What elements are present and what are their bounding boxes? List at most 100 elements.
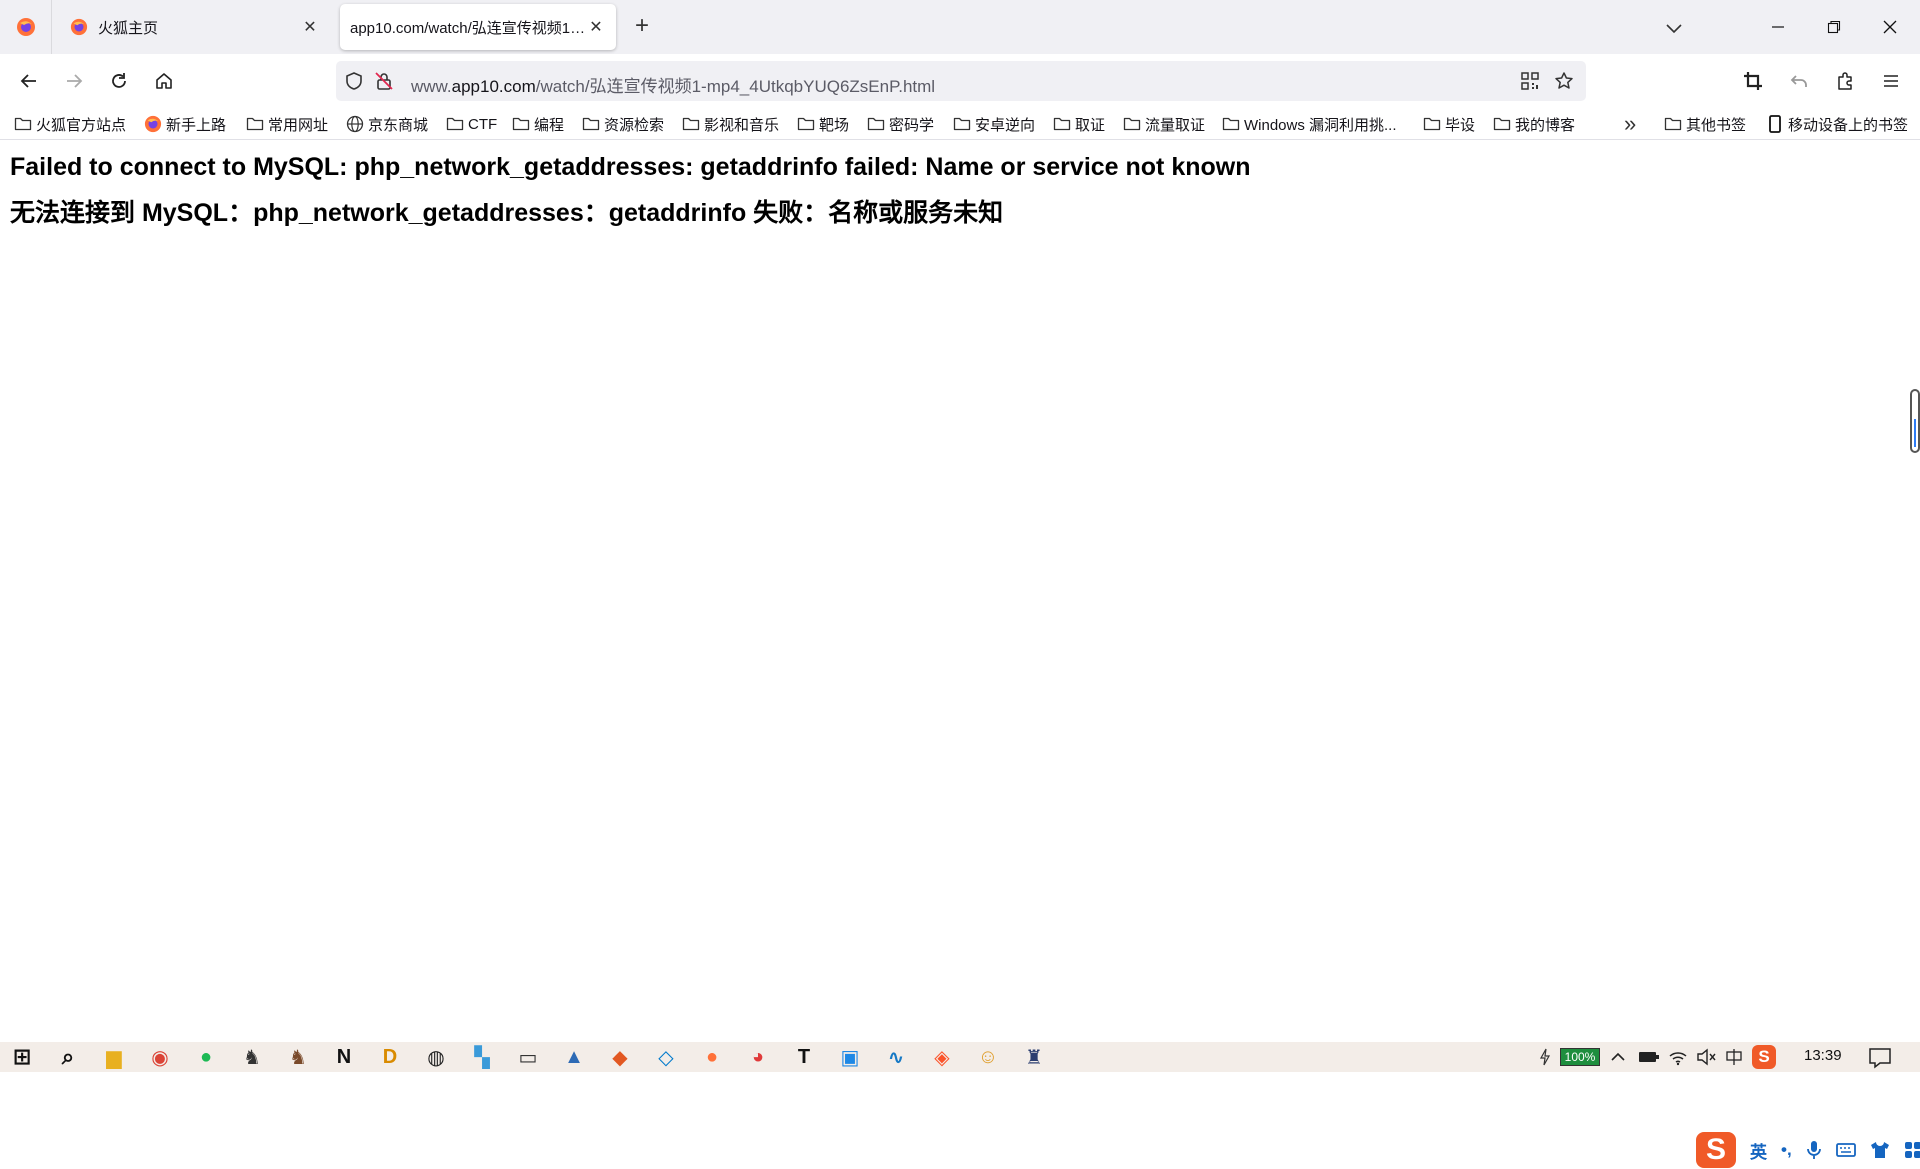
bookmarks-overflow-button[interactable]: »	[1624, 111, 1637, 136]
bookmark-item[interactable]: 密码学	[867, 112, 934, 136]
error-message-english: Failed to connect to MySQL: php_network_…	[10, 153, 1251, 181]
ime-punctuation-indicator[interactable]: •,	[1781, 1140, 1792, 1160]
tab-title: 火狐主页	[98, 19, 159, 37]
tab-firefox-home[interactable]: 火狐主页 ✕	[60, 4, 330, 50]
bookmark-item[interactable]: 影视和音乐	[682, 112, 779, 136]
bookmark-item[interactable]: 我的博客	[1493, 112, 1575, 136]
app-avatar-1-icon[interactable]: ♞	[240, 1045, 264, 1069]
restore-button[interactable]	[1806, 0, 1862, 54]
keyboard-icon[interactable]	[1835, 1142, 1856, 1158]
ide-icon[interactable]: ▲	[562, 1045, 586, 1069]
new-tab-button[interactable]: +	[628, 13, 656, 41]
folder-icon	[867, 115, 885, 133]
app-menu-button[interactable]	[1874, 64, 1908, 98]
windows-app-icon[interactable]: ▣	[838, 1045, 862, 1069]
extensions-button[interactable]	[1828, 64, 1862, 98]
spotify-icon[interactable]: ●	[194, 1045, 218, 1069]
wireshark-icon[interactable]: ∿	[884, 1045, 908, 1069]
close-window-button[interactable]	[1862, 0, 1918, 54]
search-icon[interactable]: ⌕	[56, 1044, 80, 1069]
home-button[interactable]	[147, 64, 181, 98]
cat-app-icon[interactable]: ☺	[976, 1045, 1000, 1069]
bookmark-label: 常用网址	[268, 116, 329, 134]
windows-start-icon[interactable]: ⊞	[10, 1044, 34, 1069]
back-button[interactable]	[12, 64, 46, 98]
reload-button[interactable]	[102, 64, 136, 98]
bookmark-item[interactable]: 编程	[512, 112, 564, 136]
bookmark-star-icon[interactable]	[1552, 69, 1576, 93]
burp-icon[interactable]: ◆	[608, 1045, 632, 1069]
chevron-up-icon[interactable]	[1610, 1050, 1626, 1064]
forward-button[interactable]	[57, 64, 91, 98]
bookmark-label: 密码学	[889, 116, 935, 134]
bookmark-item[interactable]: 靶场	[797, 112, 849, 136]
ghost-app-icon[interactable]: ♜	[1022, 1045, 1046, 1069]
skin-shirt-icon[interactable]	[1870, 1141, 1890, 1159]
url-text[interactable]: www.app10.com/watch/弘连宣传视频1-mp4_4UtkqbYU…	[411, 72, 935, 97]
app-avatar-2-icon[interactable]: ♞	[286, 1045, 310, 1069]
brave-icon[interactable]: ◈	[930, 1045, 954, 1069]
microphone-icon[interactable]	[1806, 1140, 1822, 1160]
folder-icon	[1493, 115, 1511, 133]
bookmark-item[interactable]: 京东商城	[346, 112, 428, 136]
bookmark-item[interactable]: CTF	[446, 112, 497, 136]
wifi-icon[interactable]	[1668, 1048, 1688, 1066]
volume-muted-icon[interactable]	[1696, 1048, 1716, 1066]
bookmark-item[interactable]: 常用网址	[246, 112, 328, 136]
notion-icon[interactable]: N	[332, 1045, 356, 1069]
bookmark-item[interactable]: 取证	[1053, 112, 1105, 136]
url-bar[interactable]: www.app10.com/watch/弘连宣传视频1-mp4_4UtkqbYU…	[336, 61, 1586, 101]
qr-code-icon[interactable]	[1518, 69, 1542, 93]
file-explorer-icon[interactable]: ▆	[102, 1045, 126, 1069]
other-bookmarks-folder[interactable]: 其他书签	[1664, 112, 1746, 136]
ime-toolbar[interactable]: S 英 •,	[1696, 1131, 1920, 1169]
folder-icon	[14, 115, 32, 133]
bookmark-item[interactable]: 新手上路	[144, 112, 226, 136]
hamburger-menu-icon	[1884, 75, 1898, 87]
bookmark-label: 火狐官方站点	[36, 116, 127, 134]
tab-close-button[interactable]: ✕	[586, 17, 606, 37]
network-tool-icon[interactable]: ▚	[470, 1045, 494, 1069]
folder-icon	[446, 115, 464, 133]
notification-center-icon[interactable]	[1868, 1047, 1892, 1069]
bookmark-item[interactable]: 安卓逆向	[953, 112, 1035, 136]
undo-button[interactable]	[1782, 64, 1816, 98]
sogou-ime-logo[interactable]: S	[1696, 1132, 1736, 1168]
typora-icon[interactable]: T	[792, 1045, 816, 1069]
firefox-view-button[interactable]	[0, 0, 52, 54]
mobile-bookmarks-folder[interactable]: 移动设备上的书签	[1766, 112, 1908, 136]
double-chevron-right-icon: »	[1624, 111, 1637, 136]
bookmark-item[interactable]: Windows 漏洞利用挑...	[1222, 112, 1397, 136]
snail-icon[interactable]: ◕	[746, 1045, 770, 1069]
screenshot-crop-button[interactable]	[1736, 64, 1770, 98]
firefox-icon[interactable]: ●	[700, 1045, 724, 1069]
bookmark-item[interactable]: 火狐官方站点	[14, 112, 126, 136]
tab-close-button[interactable]: ✕	[300, 17, 320, 37]
tab-app10-watch[interactable]: app10.com/watch/弘连宣传视频1-mp4_4UtkqbYUQ6Zs…	[340, 4, 616, 50]
insecure-lock-icon[interactable]	[372, 69, 396, 93]
sogou-tray-icon[interactable]: S	[1752, 1045, 1776, 1069]
tab-strip: 火狐主页 ✕ app10.com/watch/弘连宣传视频1-mp4_4Utkq…	[0, 0, 1920, 54]
input-method-icon[interactable]	[1724, 1047, 1744, 1067]
ime-mode-indicator[interactable]: 英	[1750, 1138, 1767, 1163]
vscode-icon[interactable]: ◇	[654, 1045, 678, 1069]
firefox-icon	[70, 18, 88, 36]
scrollbar-thumb[interactable]	[1910, 389, 1920, 453]
toolbox-grid-icon[interactable]	[1904, 1141, 1920, 1159]
arrow-right-icon	[67, 74, 83, 88]
battery-icon[interactable]	[1638, 1050, 1660, 1064]
terminal-icon[interactable]: ▭	[516, 1045, 540, 1069]
list-all-tabs-button[interactable]	[1662, 16, 1686, 40]
url-host: app10.com	[451, 77, 536, 96]
davinci-icon[interactable]: D	[378, 1045, 402, 1069]
obs-icon[interactable]: ◍	[424, 1045, 448, 1069]
battery-indicator[interactable]: 100%	[1560, 1048, 1600, 1066]
minimize-button[interactable]	[1750, 0, 1806, 54]
arrow-left-icon	[20, 74, 36, 88]
chrome-icon[interactable]: ◉	[148, 1045, 172, 1069]
tracking-protection-shield-icon[interactable]	[342, 69, 366, 93]
bookmark-item[interactable]: 毕设	[1423, 112, 1475, 136]
bookmark-item[interactable]: 资源检索	[582, 112, 664, 136]
clock[interactable]: 13:39	[1804, 1047, 1842, 1064]
bookmark-item[interactable]: 流量取证	[1123, 112, 1205, 136]
